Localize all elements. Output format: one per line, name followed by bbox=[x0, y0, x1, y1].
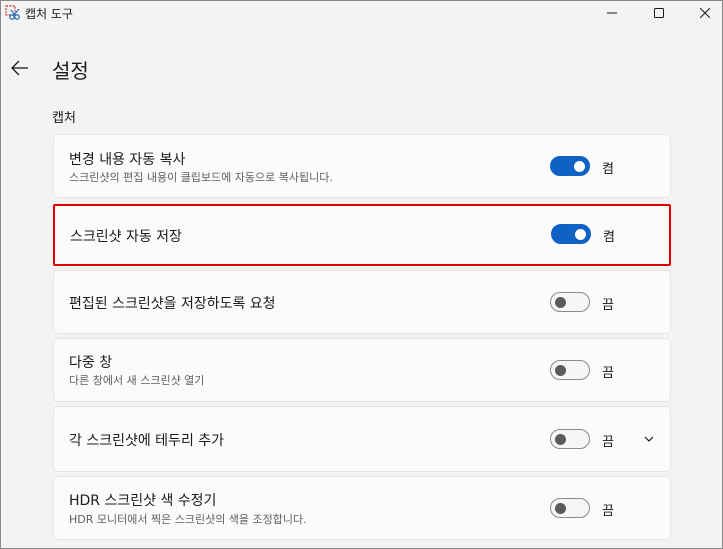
setting-title: 각 스크린샷에 테두리 추가 bbox=[69, 433, 225, 449]
hdr-color-toggle[interactable] bbox=[550, 498, 590, 518]
app-window: 캡처 도구 설정 캡처 변경 내용 자동 복사 스크린샷의 편집 내용이 클립보… bbox=[0, 0, 723, 549]
toggle-knob bbox=[555, 364, 566, 376]
auto-copy-toggle[interactable] bbox=[550, 156, 590, 176]
maximize-button[interactable] bbox=[636, 1, 682, 25]
setting-row-add-border[interactable]: 각 스크린샷에 테두리 추가 끔 bbox=[53, 406, 671, 472]
setting-title: 다중 창 bbox=[69, 355, 113, 371]
maximize-icon bbox=[654, 8, 664, 18]
arrow-left-icon bbox=[11, 60, 28, 76]
toggle-knob bbox=[574, 160, 585, 172]
setting-title: HDR 스크린샷 색 수정기 bbox=[69, 493, 217, 509]
toggle-knob bbox=[555, 296, 566, 308]
minimize-icon bbox=[607, 12, 617, 14]
auto-save-toggle[interactable] bbox=[551, 224, 591, 244]
back-button[interactable] bbox=[9, 57, 31, 79]
toggle-knob bbox=[555, 502, 566, 514]
chevron-down-icon[interactable] bbox=[643, 433, 655, 445]
setting-row-ask-save: 편집된 스크린샷을 저장하도록 요청 끔 bbox=[53, 270, 671, 334]
page-title: 설정 bbox=[52, 59, 89, 83]
toggle-state-label: 끔 bbox=[602, 504, 614, 519]
multiple-windows-toggle[interactable] bbox=[550, 360, 590, 380]
setting-title: 변경 내용 자동 복사 bbox=[69, 152, 186, 168]
toggle-state-label: 켬 bbox=[603, 230, 615, 245]
toggle-state-label: 끔 bbox=[602, 366, 614, 381]
close-icon bbox=[700, 8, 710, 18]
setting-description: 다른 창에서 새 스크린샷 열기 bbox=[69, 374, 205, 387]
toggle-state-label: 끔 bbox=[602, 435, 614, 450]
section-label: 캡처 bbox=[52, 111, 76, 126]
setting-description: 스크린샷의 편집 내용이 클립보드에 자동으로 복사됩니다. bbox=[69, 171, 333, 184]
setting-description: HDR 모니터에서 찍은 스크린샷의 색을 조정합니다. bbox=[69, 513, 307, 526]
toggle-state-label: 끔 bbox=[602, 298, 614, 313]
ask-save-toggle[interactable] bbox=[550, 292, 590, 312]
toggle-knob bbox=[555, 433, 566, 445]
setting-row-auto-save: 스크린샷 자동 저장 켬 bbox=[53, 204, 671, 266]
title-bar: 캡처 도구 bbox=[1, 1, 722, 25]
add-border-toggle[interactable] bbox=[550, 429, 590, 449]
setting-row-auto-copy: 변경 내용 자동 복사 스크린샷의 편집 내용이 클립보드에 자동으로 복사됩니… bbox=[53, 134, 671, 198]
toggle-state-label: 켬 bbox=[602, 162, 614, 177]
setting-row-multiple-windows: 다중 창 다른 창에서 새 스크린샷 열기 끔 bbox=[53, 338, 671, 402]
setting-row-hdr-color: HDR 스크린샷 색 수정기 HDR 모니터에서 찍은 스크린샷의 색을 조정합… bbox=[53, 476, 671, 540]
window-title: 캡처 도구 bbox=[25, 7, 73, 21]
close-button[interactable] bbox=[682, 1, 722, 25]
setting-title: 편집된 스크린샷을 저장하도록 요청 bbox=[69, 296, 276, 312]
minimize-button[interactable] bbox=[589, 1, 635, 25]
setting-title: 스크린샷 자동 저장 bbox=[70, 229, 182, 245]
snipping-tool-icon bbox=[5, 5, 20, 20]
toggle-knob bbox=[575, 228, 586, 240]
